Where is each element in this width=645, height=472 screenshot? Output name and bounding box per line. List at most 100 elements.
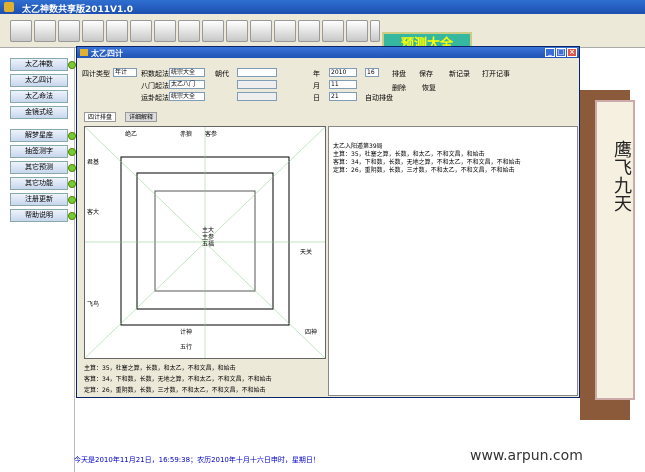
save-button[interactable]: 保存 xyxy=(419,69,433,79)
status-dot-icon xyxy=(68,148,76,156)
maximize-button[interactable]: □ xyxy=(556,48,566,57)
nav-register[interactable]: 注册更新 xyxy=(10,193,76,206)
nav-other-predict[interactable]: 其它预测 xyxy=(10,161,76,174)
detail-title: 太乙入阳遁第39局 xyxy=(333,143,383,150)
edge-label: 四神 xyxy=(305,329,318,336)
restore-button[interactable]: 恢复 xyxy=(422,83,436,93)
detail-line: 客算：34，下和数，长数，无地之算，不和太乙，不和文昌，不和始击 xyxy=(333,159,521,166)
edge-label: 君基 xyxy=(87,159,100,166)
disc-icon[interactable] xyxy=(10,20,32,42)
nav-siji[interactable]: 太乙四计 xyxy=(10,74,68,87)
tab-detail[interactable]: 详细解释 xyxy=(125,112,158,122)
summary-text: 主算：35，杜塞之算，长数，和太乙，不和文昌，和始击 客算：34，下和数，长数，… xyxy=(84,363,326,396)
new-record-button[interactable]: 新记录 xyxy=(449,69,470,79)
era-select[interactable] xyxy=(237,80,277,89)
delete-button[interactable]: 删除 xyxy=(392,83,406,93)
dynasty-label: 朝代 xyxy=(215,70,229,78)
day-input[interactable]: 21 xyxy=(329,92,357,101)
nav-label: 太乙神数 xyxy=(25,60,53,68)
luck-select[interactable]: 统宗大全 xyxy=(169,92,205,101)
nav-taiyi[interactable]: 太乙神数 xyxy=(10,58,76,71)
detail-line: 定算：26，重阴数，长数，三才数，不和太乙，不和文昌，不和始击 xyxy=(333,167,515,174)
center-cell: 主大 xyxy=(201,227,214,234)
nav-label: 帮助说明 xyxy=(25,211,53,219)
nav-label: 金镜式经 xyxy=(25,108,53,116)
method-select[interactable]: 统宗大全 xyxy=(169,68,205,77)
edge-label: 赤狼 xyxy=(180,131,193,138)
tree-icon[interactable] xyxy=(58,20,80,42)
app-icon xyxy=(4,2,14,12)
status-dot-icon xyxy=(68,61,76,69)
taiyi-board: 主大 主参 五福 赤狼 客参 绝乙 君基 客大 飞鸟 天关 四神 计神 五行 xyxy=(84,126,326,359)
dialog-title-bar: 太乙四计 _ □ × xyxy=(77,47,579,58)
book-icon[interactable] xyxy=(130,20,152,42)
book-open-icon[interactable] xyxy=(226,20,248,42)
app-title-bar: 太乙神数共享版2011V1.0 xyxy=(0,0,645,15)
toolbar: 预测大全 xyxy=(0,14,645,58)
moon-icon[interactable] xyxy=(82,20,104,42)
close-button[interactable]: × xyxy=(567,48,577,57)
year-label: 年 xyxy=(313,70,320,78)
nav-label: 太乙命法 xyxy=(25,92,53,100)
status-dot-icon xyxy=(68,196,76,204)
nav-other-func[interactable]: 其它功能 xyxy=(10,177,76,190)
center-cell: 五福 xyxy=(201,241,214,248)
nav-dream[interactable]: 解梦星座 xyxy=(10,129,76,142)
start-select[interactable]: 太乙八门 xyxy=(169,80,205,89)
left-panel: 太乙神数 太乙四计 太乙命法 金镜式经 解梦星座 抽签测字 其它预测 其它功能 … xyxy=(0,48,76,472)
edge-label: 五行 xyxy=(180,344,193,351)
type-label: 四计类型 xyxy=(82,70,110,78)
dialog-icon xyxy=(80,49,88,56)
nav-label: 解梦星座 xyxy=(25,131,53,139)
detail-line: 主算：35，杜塞之算，长数，和太乙，不和文昌，和始击 xyxy=(333,151,485,158)
dialog-title: 太乙四计 xyxy=(91,49,123,58)
month-input[interactable]: 11 xyxy=(329,80,357,89)
dynasty-select[interactable] xyxy=(237,68,277,77)
nav-help[interactable]: 帮助说明 xyxy=(10,209,76,222)
nav-label: 其它预测 xyxy=(25,163,53,171)
era2-select[interactable] xyxy=(237,92,277,101)
detail-text: 太乙入阳遁第39局 主算：35，杜塞之算，长数，和太乙，不和文昌，和始击 客算：… xyxy=(333,143,521,175)
luck-label: 运卦起法 xyxy=(141,94,169,102)
auto-checkbox-label[interactable]: 自动排盘 xyxy=(365,93,393,103)
chat-icon[interactable] xyxy=(106,20,128,42)
exit-icon[interactable] xyxy=(370,20,380,42)
nav-jinjing[interactable]: 金镜式经 xyxy=(10,106,68,119)
status-dot-icon xyxy=(68,180,76,188)
nav-label: 太乙四计 xyxy=(25,76,53,84)
person-icon[interactable] xyxy=(202,20,224,42)
detail-panel: 太乙入阳遁第39局 主算：35，杜塞之算，长数，和太乙，不和文昌，和始击 客算：… xyxy=(328,126,578,396)
minimize-button[interactable]: _ xyxy=(545,48,555,57)
edit-icon[interactable] xyxy=(298,20,320,42)
day-label: 日 xyxy=(313,94,320,102)
edge-label: 计神 xyxy=(180,329,193,336)
nav-group-2: 解梦星座 抽签测字 其它预测 其它功能 注册更新 帮助说明 xyxy=(10,129,76,222)
cloud-icon[interactable] xyxy=(346,20,368,42)
type-select[interactable]: 年计 xyxy=(113,68,137,77)
tab-arrange[interactable]: 四计排盘 xyxy=(84,112,117,122)
folder-icon[interactable] xyxy=(274,20,296,42)
grid-icon[interactable] xyxy=(178,20,200,42)
nav-mingfa[interactable]: 太乙命法 xyxy=(10,90,68,103)
status-dot-icon xyxy=(68,212,76,220)
nav-label: 注册更新 xyxy=(25,195,53,203)
globe-icon[interactable] xyxy=(34,20,56,42)
year-input[interactable]: 2010 xyxy=(329,68,357,77)
save-icon[interactable] xyxy=(250,20,272,42)
center-cell: 主参 xyxy=(201,234,214,241)
chart-icon[interactable] xyxy=(154,20,176,42)
method-label: 积数起法 xyxy=(141,70,169,78)
status-dot-icon xyxy=(68,132,76,140)
hour-input[interactable]: 16 xyxy=(365,68,379,77)
spiral-icon[interactable] xyxy=(322,20,344,42)
edge-label: 飞鸟 xyxy=(87,301,100,308)
start-label: 八门起法 xyxy=(141,82,169,90)
nav-lot[interactable]: 抽签测字 xyxy=(10,145,76,158)
arrange-button[interactable]: 排盘 xyxy=(392,69,406,79)
summary-line: 定算：26，重阴数，长数，三才数，不和太乙，不和文昌，不和始击 xyxy=(84,387,266,394)
scroll-calligraphy: 鹰飞九天 xyxy=(611,140,632,212)
watermark: www.arpun.com xyxy=(470,448,583,464)
open-record-button[interactable]: 打开记事 xyxy=(482,69,510,79)
edge-label: 绝乙 xyxy=(125,131,138,138)
nav-group-1: 太乙神数 太乙四计 太乙命法 金镜式经 xyxy=(10,58,76,119)
